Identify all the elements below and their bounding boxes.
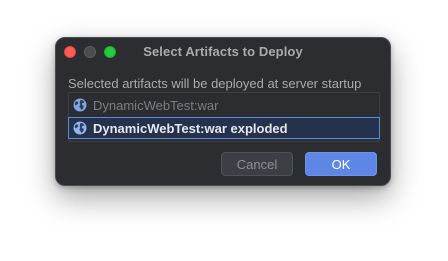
title-bar: Select Artifacts to Deploy — [56, 38, 390, 66]
artifact-list[interactable]: DynamicWebTest:war DynamicWebTest:war ex… — [68, 92, 380, 142]
globe-icon — [73, 121, 87, 135]
artifact-label: DynamicWebTest:war — [93, 97, 219, 113]
dialog-description: Selected artifacts will be deployed at s… — [68, 76, 362, 91]
artifact-item-war-exploded[interactable]: DynamicWebTest:war exploded — [68, 117, 380, 139]
select-artifacts-dialog: Select Artifacts to Deploy Selected arti… — [55, 37, 391, 186]
globe-icon — [73, 98, 87, 112]
artifact-item-war[interactable]: DynamicWebTest:war — [69, 94, 379, 116]
artifact-label: DynamicWebTest:war exploded — [93, 120, 288, 136]
dialog-title: Select Artifacts to Deploy — [143, 44, 303, 59]
cancel-button[interactable]: Cancel — [221, 152, 293, 176]
desktop-background: Select Artifacts to Deploy Selected arti… — [0, 0, 448, 261]
ok-button[interactable]: OK — [305, 152, 377, 176]
